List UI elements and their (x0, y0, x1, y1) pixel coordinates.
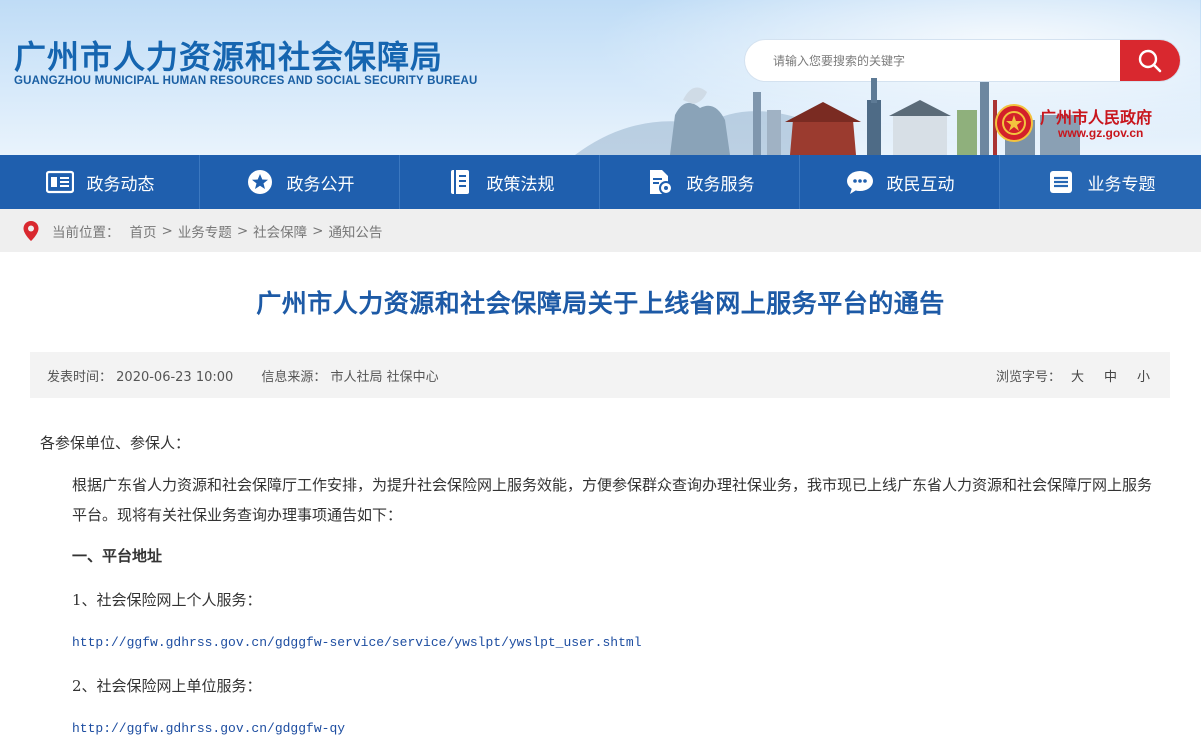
nav-item-label: 政务动态 (86, 174, 155, 195)
search-button[interactable] (1120, 40, 1180, 81)
info-source-value: 市人社局 社保中心 (330, 369, 439, 385)
nav-item-label: 政策法规 (486, 174, 555, 195)
font-size-medium-button[interactable]: 中 (1104, 366, 1117, 385)
star-icon (245, 167, 275, 197)
location-pin-icon (22, 220, 40, 242)
breadcrumb-separator: > (312, 222, 324, 239)
list-icon (1046, 167, 1076, 197)
gov-emblem-icon (995, 104, 1033, 142)
breadcrumb-separator: > (236, 222, 249, 239)
article-greeting: 各参保单位、参保人： (40, 434, 191, 452)
info-source: 信息来源： 市人社局 社保中心 (261, 366, 438, 385)
nav-item-policy[interactable]: 政策法规 (400, 155, 600, 209)
breadcrumb-home[interactable]: 首页 (130, 221, 157, 241)
chat-icon (845, 167, 875, 197)
publish-time-value: 2020-06-23 10:00 (116, 369, 234, 385)
font-size-small-button[interactable]: 小 (1137, 366, 1150, 385)
site-header: 广州市人力资源和社会保障局 GUANGZHOU MUNICIPAL HUMAN … (0, 0, 1201, 155)
info-source-label: 信息来源： (261, 369, 327, 385)
nav-item-public[interactable]: 政务公开 (200, 155, 400, 209)
font-size-selector: 浏览字号： 大 中 小 (996, 352, 1150, 398)
newspaper-icon (45, 167, 75, 197)
article-title: 广州市人力资源和社会保障局关于上线省网上服务平台的通告 (256, 289, 945, 318)
nav-item-label: 政务服务 (686, 174, 755, 195)
publish-time-label: 发表时间： (47, 369, 113, 385)
site-title[interactable]: 广州市人力资源和社会保障局 (14, 32, 443, 78)
nav-item-topics[interactable]: 业务专题 (1000, 155, 1201, 209)
list-item: 2、社会保险网上单位服务： (72, 677, 262, 695)
nav-item-label: 政民互动 (886, 174, 955, 195)
section-heading: 一、平台地址 (72, 547, 163, 565)
nav-item-label: 业务专题 (1087, 174, 1156, 195)
nav-item-services[interactable]: 政务服务 (600, 155, 800, 209)
main-nav: 政务动态 政务公开 政策法规 政务服务 政民互动 业务专题 (0, 155, 1201, 209)
search-icon (1138, 49, 1162, 72)
article-intro: 根据广东省人力资源和社会保障厅工作安排，为提升社会保险网上服务效能，方便参保群众… (72, 476, 1153, 524)
nav-item-interaction[interactable]: 政民互动 (800, 155, 1000, 209)
nav-item-news[interactable]: 政务动态 (0, 155, 200, 209)
breadcrumb-notices[interactable]: 通知公告 (328, 221, 382, 241)
breadcrumb-topics[interactable]: 业务专题 (178, 221, 232, 241)
site-subtitle: GUANGZHOU MUNICIPAL HUMAN RESOURCES AND … (14, 75, 478, 87)
nav-item-label: 政务公开 (286, 174, 355, 195)
font-size-label: 浏览字号： (995, 369, 1061, 385)
breadcrumb-prefix: 当前位置： (52, 224, 120, 241)
breadcrumb-social-security[interactable]: 社会保障 (253, 221, 307, 241)
list-item: 1、社会保险网上个人服务： (72, 591, 262, 609)
article-meta-bar: 发表时间： 2020-06-23 10:00 信息来源： 市人社局 社保中心 浏… (30, 352, 1170, 398)
personal-service-link[interactable]: http://ggfw.gdhrss.gov.cn/gdggfw-service… (40, 628, 1160, 658)
document-gear-icon (645, 167, 675, 197)
font-size-large-button[interactable]: 大 (1071, 366, 1084, 385)
publish-time: 发表时间： 2020-06-23 10:00 (47, 366, 233, 385)
breadcrumb: 当前位置： 首页 > 业务专题 > 社会保障 > 通知公告 (0, 209, 1201, 252)
breadcrumb-separator: > (161, 222, 173, 239)
gov-portal-url[interactable]: www.gz.gov.cn (1058, 126, 1143, 140)
book-icon (445, 167, 475, 197)
gov-portal-name[interactable]: 广州市人民政府 (1040, 104, 1152, 128)
employer-service-link[interactable]: http://ggfw.gdhrss.gov.cn/gdggfw-qy (40, 714, 1160, 744)
